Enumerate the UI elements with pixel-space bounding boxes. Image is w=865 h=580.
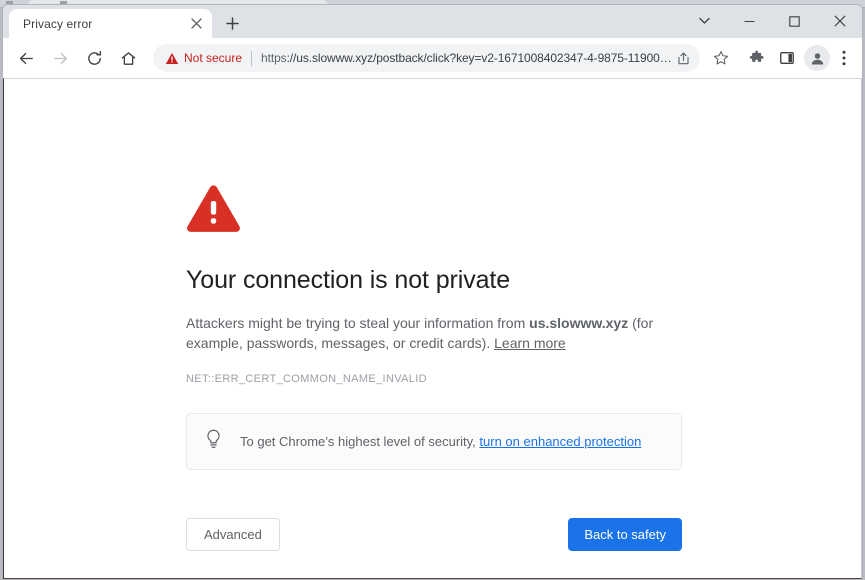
forward-button[interactable] — [46, 44, 74, 72]
address-bar[interactable]: Not secure https://us.slowww.xyz/postbac… — [153, 44, 700, 72]
lightbulb-icon — [205, 429, 222, 454]
back-to-safety-button[interactable]: Back to safety — [568, 518, 682, 551]
not-secure-label: Not secure — [184, 51, 243, 65]
url-text: https://us.slowww.xyz/postback/click?key… — [261, 51, 672, 65]
omnibox-divider — [251, 50, 253, 66]
tab-strip: Privacy error — [3, 5, 862, 38]
browser-window: Privacy error Not secure https://us.slow… — [2, 4, 863, 580]
enhanced-protection-text: To get Chrome’s highest level of securit… — [240, 433, 641, 451]
chrome-menu-icon[interactable] — [834, 45, 854, 71]
url-scheme: https — [261, 51, 287, 65]
advanced-button[interactable]: Advanced — [186, 518, 280, 551]
warning-triangle-icon — [165, 52, 179, 64]
profile-avatar-icon[interactable] — [804, 45, 830, 71]
error-description: Attackers might be trying to steal your … — [186, 314, 658, 354]
enhanced-protection-message: To get Chrome’s highest level of securit… — [240, 433, 480, 449]
tab-title: Privacy error — [23, 16, 93, 31]
not-secure-badge[interactable]: Not secure — [165, 51, 242, 65]
bookmark-star-icon[interactable] — [708, 45, 734, 71]
page-title: Your connection is not private — [186, 266, 511, 294]
affected-hostname: us.slowww.xyz — [529, 315, 629, 332]
tab-search-chevron-down-icon[interactable] — [682, 5, 727, 37]
turn-on-enhanced-protection-link[interactable]: turn on enhanced protection — [479, 434, 641, 449]
error-code: NET::ERR_CERT_COMMON_NAME_INVALID — [186, 373, 427, 385]
window-controls — [682, 5, 862, 37]
reload-button[interactable] — [80, 44, 108, 72]
browser-toolbar: Not secure https://us.slowww.xyz/postbac… — [3, 38, 862, 78]
home-button[interactable] — [114, 44, 142, 72]
close-icon[interactable] — [188, 16, 204, 32]
interstitial-button-row: Advanced Back to safety — [186, 518, 682, 551]
close-window-icon[interactable] — [817, 5, 862, 37]
ssl-interstitial: Your connection is not private Attackers… — [186, 184, 686, 551]
back-button[interactable] — [12, 44, 40, 72]
learn-more-link[interactable]: Learn more — [494, 335, 566, 351]
side-panel-icon[interactable] — [774, 45, 800, 71]
minimize-icon[interactable] — [727, 5, 772, 37]
enhanced-protection-notice: To get Chrome’s highest level of securit… — [186, 413, 682, 470]
browser-tab[interactable]: Privacy error — [9, 9, 212, 38]
extensions-puzzle-icon[interactable] — [744, 45, 770, 71]
page-viewport: Your connection is not private Attackers… — [3, 78, 862, 579]
warning-triangle-icon — [186, 184, 686, 238]
share-icon[interactable] — [672, 47, 694, 69]
error-description-part1: Attackers might be trying to steal your … — [186, 315, 530, 332]
maximize-icon[interactable] — [772, 5, 817, 37]
url-rest: ://us.slowww.xyz/postback/click?key=v2-1… — [286, 51, 672, 65]
new-tab-button[interactable] — [218, 9, 246, 37]
